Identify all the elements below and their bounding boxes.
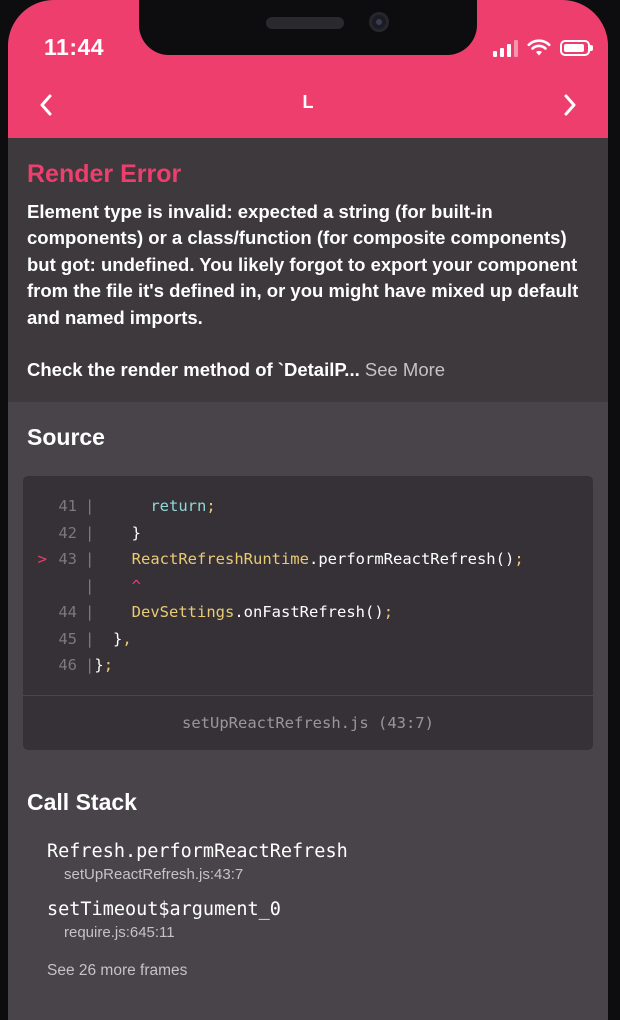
camera-icon — [369, 12, 389, 32]
header-title: L — [302, 92, 314, 112]
screen: 11:44 L Render Error Element type is inv… — [8, 0, 608, 1020]
code-gutter-bar: | — [85, 656, 95, 675]
stack-frame[interactable]: Refresh.performReactRefresh setUpReactRe… — [47, 841, 348, 883]
source-title: Source — [27, 424, 105, 450]
code-gutter-bar: | — [85, 523, 95, 542]
error-message: Element type is invalid: expected a stri… — [27, 201, 579, 328]
see-more-frames-link[interactable]: See 26 more frames — [47, 962, 187, 980]
code-line: 42 | } — [23, 520, 593, 547]
code-line-number: 43 — [58, 550, 77, 569]
code-line-number: 44 — [58, 603, 77, 622]
code-line: 46 |}; — [23, 652, 593, 679]
code-gutter-bar: | — [85, 629, 95, 648]
header: 11:44 L — [8, 0, 608, 138]
wifi-icon — [527, 39, 551, 56]
error-title: Render Error — [27, 160, 182, 188]
speaker-icon — [266, 17, 344, 29]
code-line-number: 45 — [58, 629, 77, 648]
chevron-right-icon — [564, 94, 576, 116]
code-line-number: 41 — [58, 497, 77, 516]
stack-frame-name: Refresh.performReactRefresh — [47, 841, 348, 862]
code-frame: 41 | return; 42 | } >43 | ReactRefreshRuntime… — [23, 476, 593, 750]
stack-frame-location: setUpReactRefresh.js:43:7 — [64, 866, 244, 883]
stack-frame[interactable]: setTimeout$argument_0 require.js:645:11 — [47, 899, 281, 941]
code-gutter-bar: | — [85, 497, 95, 516]
see-more-link[interactable]: See More — [365, 359, 445, 380]
code-line-number: 46 — [58, 656, 77, 675]
call-stack-title: Call Stack — [27, 789, 137, 815]
code-line: 45 | }, — [23, 626, 593, 653]
code-line: 44 | DevSettings.onFastRefresh(); — [23, 599, 593, 626]
signal-icon — [493, 39, 518, 57]
code-file-location[interactable]: setUpReactRefresh.js (43:7) — [23, 695, 593, 750]
status-icons — [493, 36, 593, 60]
stack-frame-name: setTimeout$argument_0 — [47, 899, 281, 920]
code-line: 41 | return; — [23, 493, 593, 520]
stack-frame-location: require.js:645:11 — [64, 924, 175, 941]
code-line-marker: > — [37, 550, 47, 569]
battery-icon — [560, 40, 593, 56]
code-line-content: ReactRefreshRuntime.performReactRefresh(… — [131, 550, 524, 569]
code-line-content: return; — [150, 497, 216, 516]
code-line-content: DevSettings.onFastRefresh(); — [131, 603, 394, 622]
code-gutter-bar: | — [85, 550, 95, 569]
next-error-button[interactable] — [554, 88, 586, 122]
code-line-content: }; — [94, 656, 114, 675]
code-gutter-bar: | — [85, 576, 95, 595]
code-gutter-bar: | — [85, 603, 95, 622]
error-check-message: Check the render method of `DetailP... — [27, 359, 360, 381]
code-line-content: } — [131, 523, 142, 542]
code-line-content: ^ — [131, 576, 142, 595]
code-lines: 41 | return; 42 | } >43 | ReactRefreshRuntime… — [23, 476, 593, 679]
error-check-text: Check the render method of `DetailP... S… — [27, 357, 589, 383]
error-section: Render Error Element type is invalid: ex… — [8, 138, 608, 402]
status-time: 11:44 — [44, 34, 105, 60]
code-line-number: 42 — [58, 523, 77, 542]
code-line: >43 | ReactRefreshRuntime.performReactRef… — [23, 546, 593, 573]
code-line: | ^ — [23, 573, 593, 600]
phone-frame: 11:44 L Render Error Element type is inv… — [0, 0, 620, 1020]
code-line-content: }, — [113, 629, 132, 648]
